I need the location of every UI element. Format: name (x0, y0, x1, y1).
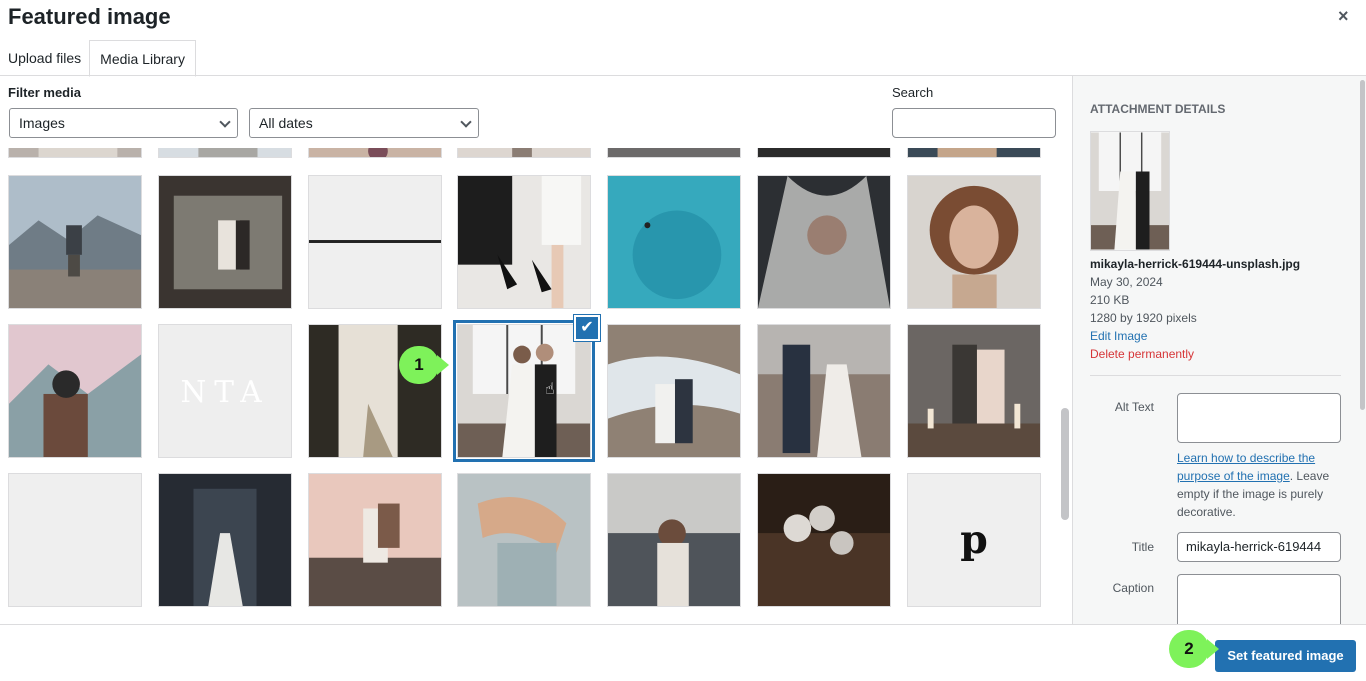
date-filter-select[interactable]: All dates (249, 108, 479, 138)
tab-bar: Upload files Media Library (0, 40, 196, 77)
media-thumb-portrait-2[interactable] (158, 148, 292, 158)
edit-image-link[interactable]: Edit Image (1090, 329, 1147, 343)
featured-image-modal: Featured image × Upload files Media Libr… (0, 0, 1366, 681)
title-label: Title (1131, 540, 1154, 554)
alt-text-help: Learn how to describe the purpose of the… (1177, 449, 1347, 521)
media-grid: NTA p (0, 148, 1058, 624)
media-thumb-roses-table[interactable] (757, 473, 891, 607)
media-thumb-couple-beach-cliffs[interactable] (607, 324, 741, 458)
media-thumb-piggyback-sunset[interactable] (308, 473, 442, 607)
selected-checkbox[interactable]: ✔ (574, 315, 600, 341)
media-thumb-couple-legs[interactable] (457, 148, 591, 158)
chevron-down-icon (219, 116, 231, 128)
title-field[interactable]: mikayla-herrick-619444 (1177, 532, 1341, 562)
media-thumb-couple-through-window[interactable] (158, 175, 292, 309)
media-thumb-wedding-crowd[interactable] (607, 473, 741, 607)
media-thumb-monta-text[interactable]: NTA (158, 324, 292, 458)
grid-scrollbar[interactable] (1061, 408, 1069, 520)
close-icon[interactable]: × (1338, 6, 1354, 26)
attachment-date: May 30, 2024 (1090, 275, 1163, 289)
media-thumb-bride-dark-arch[interactable] (158, 473, 292, 607)
media-thumb-portrait-3[interactable] (907, 148, 1041, 158)
delete-permanently-link[interactable]: Delete permanently (1090, 347, 1194, 361)
set-featured-image-button[interactable]: Set featured image (1215, 640, 1356, 672)
media-thumb-portrait-1[interactable] (8, 148, 142, 158)
hand-cursor-icon: ☝ (545, 381, 555, 398)
media-thumb-blank-line[interactable] (308, 175, 442, 309)
date-filter-value: All dates (259, 115, 313, 131)
alt-text-label: Alt Text (1114, 400, 1154, 414)
step-marker-2: 2 (1169, 630, 1219, 668)
details-divider (1090, 375, 1341, 376)
caption-label: Caption (1112, 581, 1154, 595)
attachment-details-panel: Attachment Details mikayla-herrick-61944… (1072, 76, 1366, 624)
media-thumb-dark-1[interactable] (607, 148, 741, 158)
media-thumb-aerial-ocean-swimmer[interactable] (607, 175, 741, 309)
media-thumb-bride-bouquet-dress[interactable] (308, 324, 442, 458)
media-thumb-veiled-bride[interactable] (757, 175, 891, 309)
alt-text-field[interactable] (1177, 393, 1341, 443)
attachment-filename: mikayla-herrick-619444-unsplash.jpg (1090, 257, 1301, 271)
media-thumb-couple-hands-rings[interactable] (457, 473, 591, 607)
svg-text:NTA: NTA (181, 375, 270, 409)
search-label: Search (892, 85, 934, 100)
filter-media-label: Filter media (8, 85, 81, 100)
media-thumb-couple-candles[interactable] (907, 324, 1041, 458)
media-thumb-curly-hair-woman[interactable] (907, 175, 1041, 309)
search-input[interactable] (892, 108, 1056, 138)
media-thumb-couple-walking-beach[interactable] (757, 324, 891, 458)
media-thumb-pinterest-logo[interactable]: p (907, 473, 1041, 607)
media-thumb-couple-holding-shoes[interactable] (457, 175, 591, 309)
attachment-details-heading: Attachment Details (1090, 102, 1226, 116)
media-thumb-flowers-1[interactable] (308, 148, 442, 158)
media-thumb-blank-light[interactable] (8, 473, 142, 607)
media-thumb-hat-man-mountains[interactable] (8, 324, 142, 458)
media-type-select[interactable]: Images (9, 108, 238, 138)
sidebar-scrollbar[interactable] (1360, 80, 1365, 410)
attachment-filesize: 210 KB (1090, 293, 1130, 307)
step-marker-1: 1 (399, 346, 449, 384)
caption-field[interactable] (1177, 574, 1341, 624)
tab-media-library[interactable]: Media Library (89, 40, 196, 77)
modal-title: Featured image (8, 4, 171, 29)
footer-divider (0, 624, 1366, 625)
svg-text:p: p (960, 517, 988, 563)
media-type-value: Images (19, 115, 65, 131)
media-thumb-dark-2[interactable] (757, 148, 891, 158)
media-thumb-selected[interactable] (453, 320, 595, 462)
media-thumb-man-at-lake[interactable] (8, 175, 142, 309)
tab-upload-files[interactable]: Upload files (0, 40, 89, 76)
chevron-down-icon (460, 116, 472, 128)
attachment-dimensions: 1280 by 1920 pixels (1090, 311, 1197, 325)
attachment-preview (1090, 131, 1170, 251)
